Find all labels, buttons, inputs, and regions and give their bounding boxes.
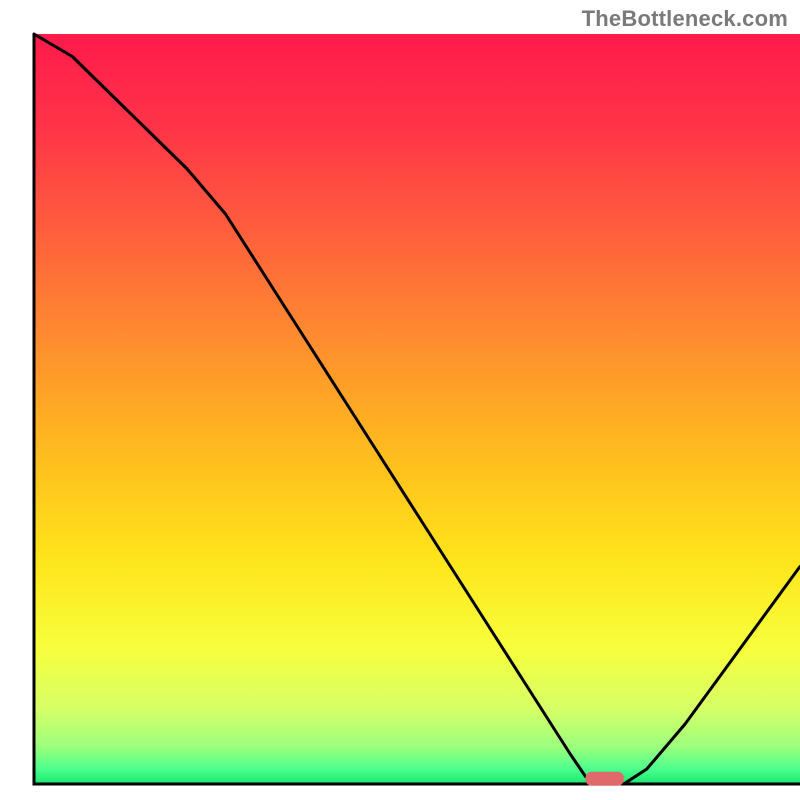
gradient-background [34, 34, 800, 784]
watermark-text: TheBottleneck.com [582, 6, 788, 32]
bottleneck-chart [0, 0, 800, 800]
optimal-marker [586, 772, 624, 786]
chart-container: TheBottleneck.com [0, 0, 800, 800]
